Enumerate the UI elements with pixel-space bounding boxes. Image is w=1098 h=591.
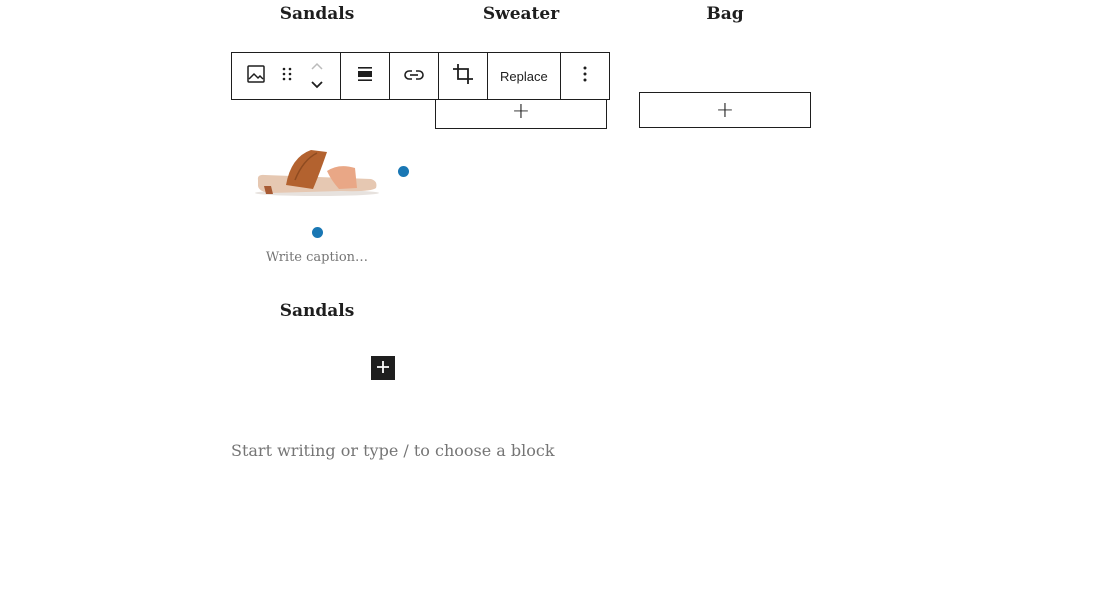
resize-handle-right[interactable] (398, 166, 409, 177)
default-block-placeholder[interactable]: Start writing or type / to choose a bloc… (231, 441, 555, 460)
link-button[interactable] (390, 53, 438, 99)
column-heading-sweater: Sweater (482, 4, 560, 24)
more-options-icon (582, 65, 588, 87)
more-options-button[interactable] (561, 53, 609, 99)
align-button[interactable] (341, 53, 389, 99)
crop-group (439, 53, 488, 99)
block-switcher-group (232, 53, 341, 99)
crop-icon (452, 63, 474, 89)
image-icon (246, 64, 266, 88)
mover-controls (294, 53, 340, 99)
column-heading-bag: Bag (706, 4, 744, 24)
column-heading-sandals: Sandals (279, 4, 355, 24)
block-toolbar: Replace (231, 52, 610, 100)
move-up-icon[interactable] (309, 57, 325, 76)
plus-icon: + (511, 98, 531, 124)
plus-icon: + (715, 97, 735, 123)
resize-handle-bottom[interactable] (312, 227, 323, 238)
link-group (390, 53, 439, 99)
link-icon (403, 67, 425, 86)
drag-handle-button[interactable] (280, 53, 294, 99)
sandals-image[interactable] (231, 130, 403, 230)
options-group (561, 53, 609, 99)
block-type-button[interactable] (232, 53, 280, 99)
image-caption-input[interactable]: Write caption… (231, 250, 403, 265)
align-group (341, 53, 390, 99)
image-heading-sandals: Sandals (279, 301, 355, 321)
block-inserter-button[interactable] (371, 356, 395, 380)
replace-button[interactable]: Replace (488, 53, 560, 99)
crop-button[interactable] (439, 53, 487, 99)
add-block-button-bag[interactable]: + (639, 92, 811, 128)
replace-group: Replace (488, 53, 561, 99)
drag-handle-icon (282, 66, 292, 86)
plus-icon (376, 359, 390, 378)
move-down-icon[interactable] (309, 76, 325, 95)
align-icon (356, 66, 374, 86)
